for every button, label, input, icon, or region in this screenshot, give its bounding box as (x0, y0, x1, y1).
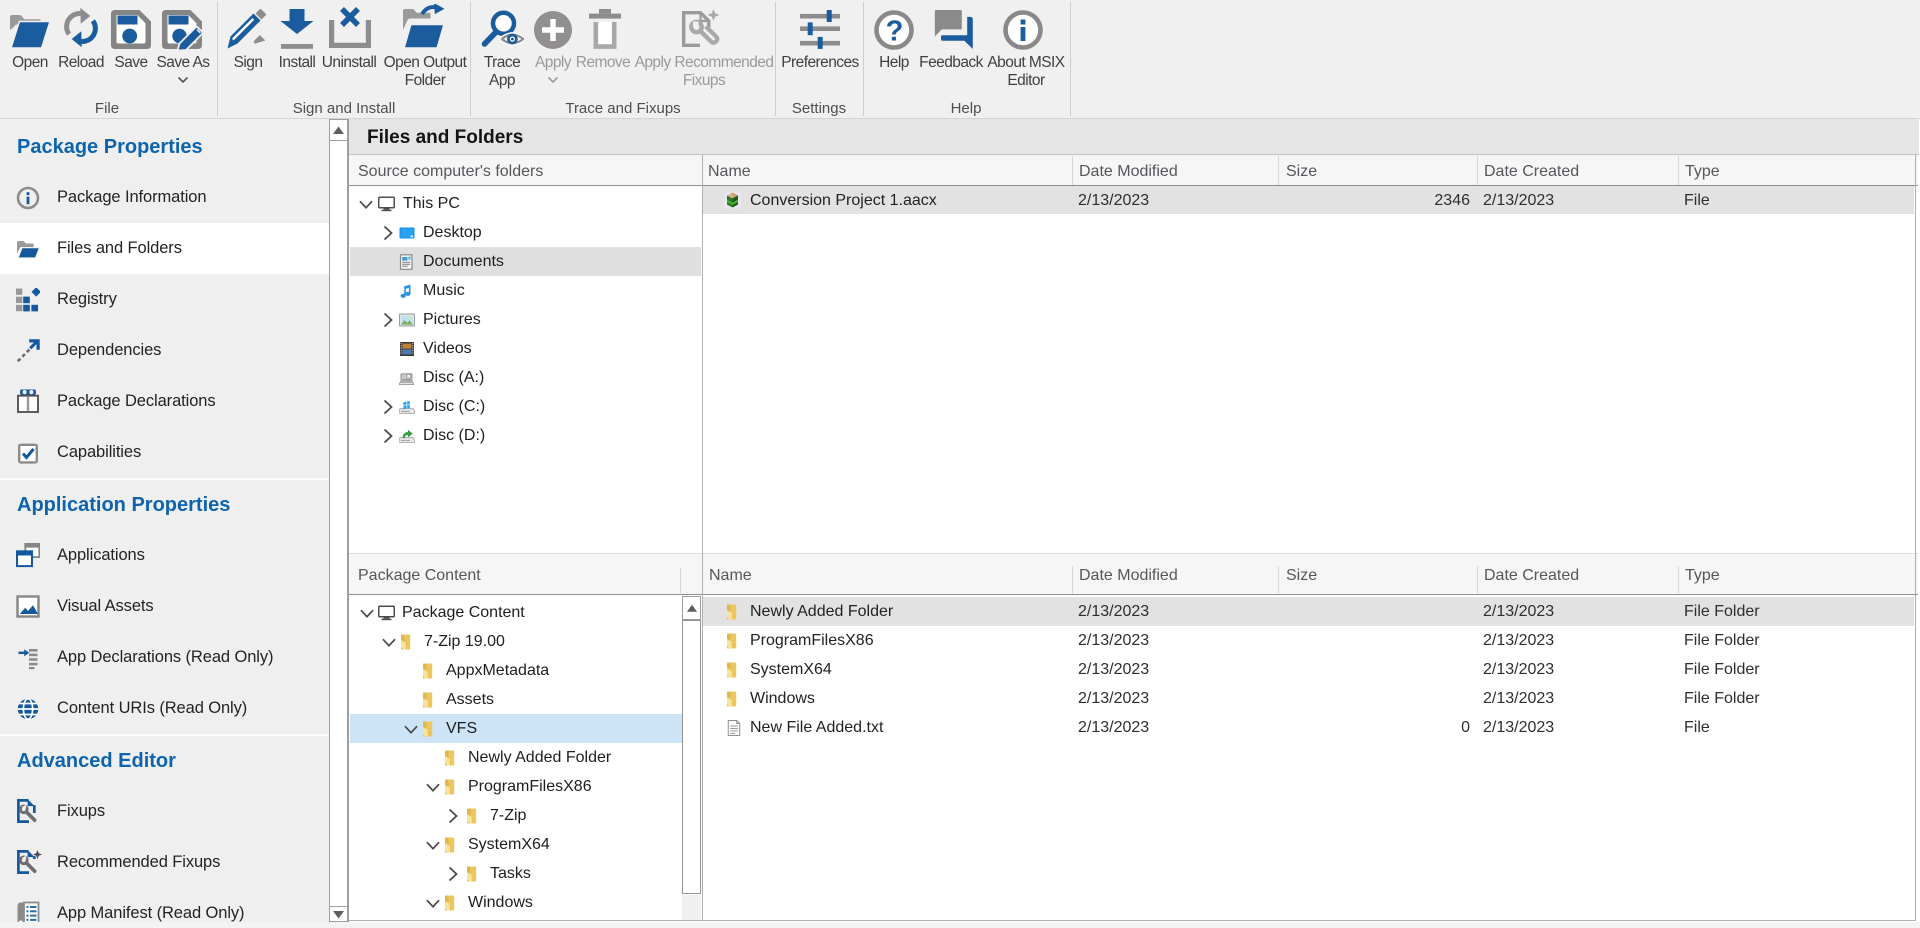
svg-text:?: ? (886, 16, 904, 48)
